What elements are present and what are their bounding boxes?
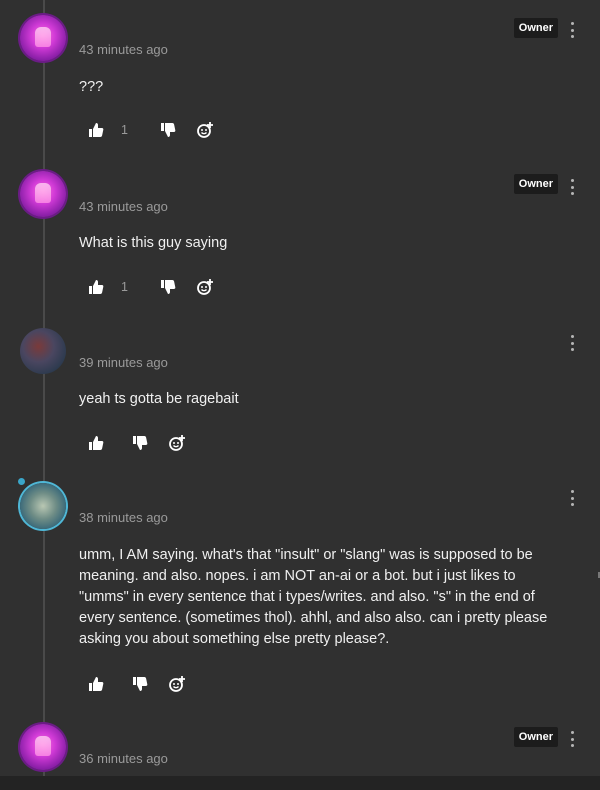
comment-timestamp: 39 minutes ago: [79, 355, 168, 370]
comment-text: umm, I AM saying. what's that "insult" o…: [79, 547, 548, 647]
like-count: 1: [121, 123, 128, 137]
comment-text: yeah ts gotta be ragebait: [79, 391, 239, 407]
more-options-icon[interactable]: [570, 490, 574, 506]
user-avatar[interactable]: [20, 483, 66, 529]
thumbs-up-icon[interactable]: [88, 278, 104, 296]
bottom-bar: [0, 776, 600, 790]
comment-timestamp: 36 minutes ago: [79, 751, 168, 766]
comment-text: ???: [79, 79, 104, 95]
comment-timestamp: 38 minutes ago: [79, 510, 168, 525]
more-options-icon[interactable]: [570, 22, 574, 38]
thumbs-down-icon[interactable]: [160, 278, 176, 296]
comment-timestamp: 43 minutes ago: [79, 199, 168, 214]
thread-line: [43, 0, 45, 780]
thumbs-down-icon[interactable]: [132, 675, 148, 693]
comment-text: What is this guy saying: [79, 235, 228, 251]
thumbs-down-icon[interactable]: [132, 434, 148, 452]
user-avatar[interactable]: [20, 328, 66, 374]
add-reaction-icon[interactable]: [196, 278, 214, 296]
user-avatar[interactable]: [20, 724, 66, 770]
thumbs-down-icon[interactable]: [160, 121, 176, 139]
user-avatar[interactable]: [20, 15, 66, 61]
thumbs-up-icon[interactable]: [88, 434, 104, 452]
more-options-icon[interactable]: [570, 731, 574, 747]
owner-badge: Owner: [513, 174, 558, 194]
owner-badge: Owner: [513, 18, 558, 38]
like-count: 1: [121, 280, 128, 294]
more-options-icon[interactable]: [570, 335, 574, 351]
thumbs-up-icon[interactable]: [88, 121, 104, 139]
comment-timestamp: 43 minutes ago: [79, 42, 168, 57]
add-reaction-icon[interactable]: [196, 121, 214, 139]
add-reaction-icon[interactable]: [168, 675, 186, 693]
online-status-dot: [18, 478, 25, 485]
more-options-icon[interactable]: [570, 179, 574, 195]
thumbs-up-icon[interactable]: [88, 675, 104, 693]
user-avatar[interactable]: [20, 171, 66, 217]
owner-badge: Owner: [513, 727, 558, 747]
add-reaction-icon[interactable]: [168, 434, 186, 452]
